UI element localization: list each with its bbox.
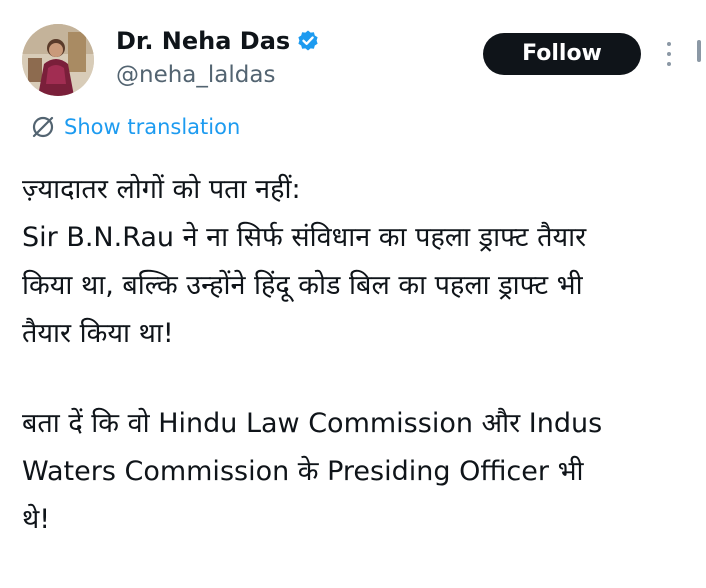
tweet-line: थे! xyxy=(22,504,51,535)
avatar[interactable] xyxy=(22,24,94,96)
tweet-line: तैयार किया था! xyxy=(22,318,174,349)
author-handle[interactable]: @neha_laldas xyxy=(116,60,275,90)
profile-photo xyxy=(22,24,94,96)
tweet-line: किया था, बल्कि उन्होंने हिंदू कोड बिल का… xyxy=(22,270,583,301)
tweet-line: Waters Commission के Presiding Officer भ… xyxy=(22,456,584,487)
tweet-line: ज़्यादातर लोगों को पता नहीं: xyxy=(22,174,301,205)
more-vertical-icon[interactable] xyxy=(662,40,676,68)
translate-icon xyxy=(30,114,56,140)
show-translation-label[interactable]: Show translation xyxy=(64,112,240,142)
scrollbar[interactable] xyxy=(697,40,701,62)
author-name-row: Dr. Neha Das xyxy=(116,26,320,56)
tweet-text: ज़्यादातर लोगों को पता नहीं: Sir B.N.Rau… xyxy=(22,166,698,544)
show-translation-link[interactable]: Show translation xyxy=(30,112,240,142)
verified-badge-icon[interactable] xyxy=(296,29,320,53)
tweet-line: बता दें कि वो Hindu Law Commission और In… xyxy=(22,408,603,439)
follow-button[interactable]: Follow xyxy=(483,33,641,75)
author-display-name[interactable]: Dr. Neha Das xyxy=(116,26,290,56)
tweet-line: Sir B.N.Rau ने ना सिर्फ संविधान का पहला … xyxy=(22,222,587,253)
